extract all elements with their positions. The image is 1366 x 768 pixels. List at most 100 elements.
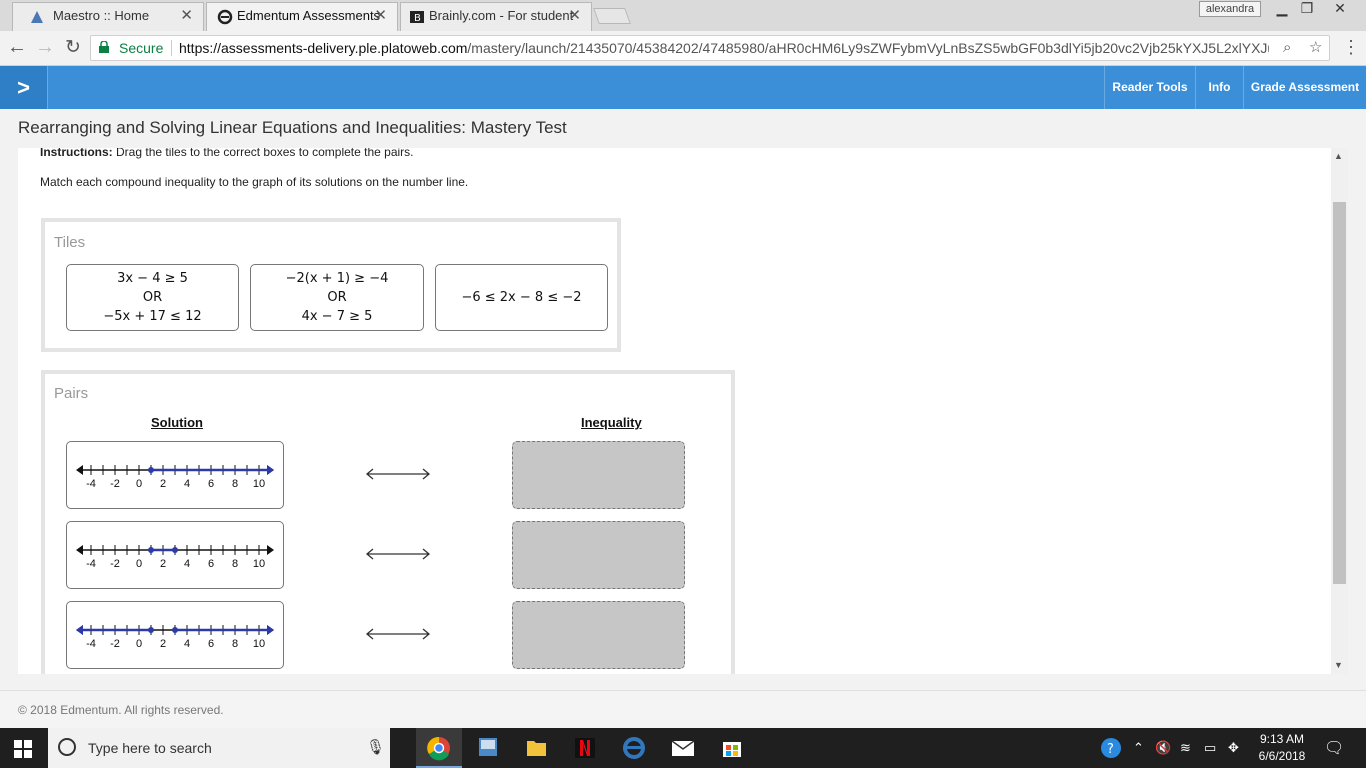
tile-line: −5x + 17 ≤ 12 [103,309,202,324]
tick-label: 4 [184,638,190,650]
netflix-icon [575,738,595,758]
tab-title: Edmentum Assessments [237,8,381,23]
page-title: Rearranging and Solving Linear Equations… [18,118,567,137]
tile-3[interactable]: −6 ≤ 2x − 8 ≤ −2 [435,264,608,331]
endpoint-dot [148,547,154,553]
grade-assessment-button[interactable]: Grade Assessment [1243,66,1366,109]
edge-taskbar-icon[interactable] [611,728,657,768]
instructions-label: Instructions: [40,148,113,159]
brainly-icon: B [410,11,424,24]
notifications-icon[interactable]: 🗨 [1324,738,1344,758]
tick-label: 10 [253,558,265,570]
address-bar[interactable]: Secure https://assessments-delivery.ple.… [90,35,1330,61]
reader-tools-button[interactable]: Reader Tools [1104,66,1195,109]
browser-menu-icon[interactable]: ⋮ [1342,37,1360,58]
tick-label: 8 [232,558,238,570]
store-taskbar-icon[interactable] [709,728,755,768]
cortana-icon [58,738,76,756]
netflix-taskbar-icon[interactable] [562,728,608,768]
volume-muted-icon[interactable]: 🔇 [1155,740,1171,756]
clock-time: 9:13 AM [1259,732,1305,746]
browser-tab-strip: Maestro :: Home ✕ Edmentum Assessments ✕… [0,0,1366,31]
store-bag-icon [723,742,741,757]
close-window-icon[interactable]: ✕ [1328,0,1352,17]
solution-arrow-right [267,465,274,475]
tiles-label: Tiles [54,234,86,251]
reload-icon[interactable]: ↻ [61,36,85,59]
file-explorer-taskbar-icon[interactable] [513,728,559,768]
tab-edmentum[interactable]: Edmentum Assessments ✕ [206,2,398,31]
close-tab-icon[interactable]: ✕ [568,3,581,29]
url-text[interactable]: https://assessments-delivery.ple.platowe… [179,36,1269,60]
restore-icon[interactable]: ❐ [1295,0,1319,17]
drop-zone-2[interactable] [512,521,685,589]
show-hidden-icons-chevron-icon[interactable]: ⌃ [1133,740,1144,756]
endpoint-dot [148,627,154,633]
tab-brainly[interactable]: B Brainly.com - For student ✕ [400,2,592,31]
tick-label: 2 [160,478,166,490]
windows-start-icon[interactable] [14,740,32,758]
close-tab-icon[interactable]: ✕ [374,3,387,29]
tile-2[interactable]: −2(x + 1) ≥ −4 OR 4x − 7 ≥ 5 [250,264,424,331]
tab-title: Brainly.com - For student [429,8,574,23]
scrollbar-thumb[interactable] [1333,202,1346,584]
folder-icon [527,741,546,756]
mail-taskbar-icon[interactable] [660,728,706,768]
help-icon[interactable]: ? [1100,737,1122,762]
mail-icon [671,740,695,756]
chrome-taskbar-icon[interactable] [416,728,462,768]
tick-label: 10 [253,478,265,490]
drop-zone-3[interactable] [512,601,685,669]
tick-label: 2 [160,558,166,570]
tile-1[interactable]: 3x − 4 ≥ 5 OR −5x + 17 ≤ 12 [66,264,239,331]
sidebar-toggle-chevron-icon[interactable]: > [0,66,48,109]
tick-label: 8 [232,478,238,490]
copyright-text: © 2018 Edmentum. All rights reserved. [18,703,224,717]
question-prompt: Match each compound inequality to the gr… [40,175,469,189]
minimize-icon[interactable]: ▁ [1270,0,1294,17]
tick-label: -2 [110,558,120,570]
secure-label: Secure [119,40,164,56]
wifi-icon[interactable]: ≋ [1180,740,1191,756]
number-line-graph-1: -4 -2 0 2 4 6 8 10 [66,441,284,509]
inequality-header: Inequality [581,415,642,430]
profile-button[interactable]: alexandra [1199,1,1261,17]
app-header: > Reader Tools Info Grade Assessment [0,66,1366,109]
tile-line: −2(x + 1) ≥ −4 [285,271,389,286]
taskbar-search[interactable]: Type here to search 🎙 [48,728,390,768]
endpoint-dot [172,547,178,553]
tile-line: −6 ≤ 2x − 8 ≤ −2 [461,290,582,305]
svg-text:B: B [414,13,421,24]
tick-label: 4 [184,558,190,570]
zoom-icon[interactable]: ⌕ [1283,36,1291,60]
info-button[interactable]: Info [1195,66,1243,109]
new-tab-button[interactable] [593,8,631,24]
bookmark-star-icon[interactable]: ☆ [1309,36,1322,60]
tile-line: 4x − 7 ≥ 5 [301,309,373,324]
tick-label: 6 [208,558,214,570]
dropbox-icon[interactable]: ✥ [1228,740,1239,756]
tick-label: 0 [136,478,142,490]
windows-taskbar: Type here to search 🎙 ? ⌃ 🔇 ≋ ▭ ✥ 9:13 A… [0,728,1366,768]
image-app-taskbar-icon[interactable] [465,728,511,768]
close-tab-icon[interactable]: ✕ [180,3,193,29]
question-panel: Instructions: Drag the tiles to the corr… [18,148,1331,674]
forward-icon[interactable]: → [33,36,57,59]
scroll-down-icon[interactable]: ▼ [1334,660,1343,670]
battery-icon[interactable]: ▭ [1204,740,1216,756]
back-icon[interactable]: ← [5,36,29,59]
microphone-icon[interactable]: 🎙 [366,738,385,756]
number-line-graph-2: -4 -2 0 2 4 6 8 10 [66,521,284,589]
system-clock[interactable]: 9:13 AM 6/6/2018 [1246,731,1318,765]
instructions: Instructions: Drag the tiles to the corr… [40,148,414,159]
tick-label: -2 [110,638,120,650]
tick-label: 8 [232,638,238,650]
drop-zone-1[interactable] [512,441,685,509]
tile-line: OR [142,290,163,305]
tile-line: 3x − 4 ≥ 5 [117,271,188,286]
tick-label: 6 [208,638,214,650]
clock-date: 6/6/2018 [1258,749,1306,763]
tab-maestro[interactable]: Maestro :: Home ✕ [12,2,204,31]
chrome-icon [427,736,450,761]
scroll-up-icon[interactable]: ▲ [1334,151,1343,161]
